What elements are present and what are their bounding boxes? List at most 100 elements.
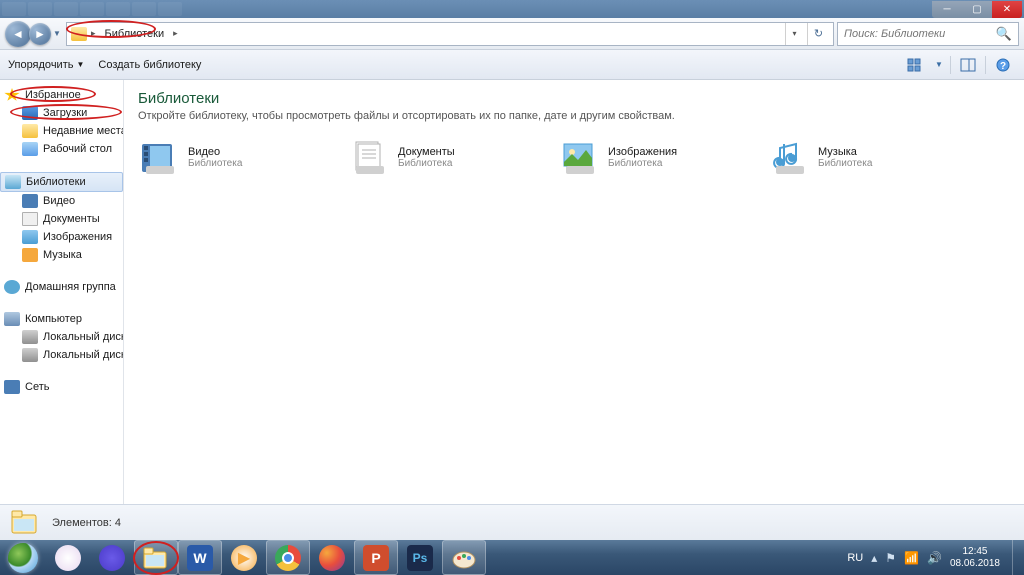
library-item-video[interactable]: Видео Библиотека <box>138 136 328 178</box>
titlebar: ─ ▢ ✕ <box>0 0 1024 18</box>
page-title: Библиотеки <box>138 90 1010 107</box>
address-bar[interactable]: ▸ Библиотеки ▸ ▾ ↻ <box>66 22 834 46</box>
taskbar-wmp[interactable]: ▶ <box>222 540 266 575</box>
new-library-button[interactable]: Создать библиотеку <box>98 59 201 71</box>
homegroup-icon <box>4 280 20 294</box>
desktop-icon <box>22 142 38 156</box>
sidebar-music[interactable]: Музыка <box>0 246 123 264</box>
taskbar-paint[interactable] <box>442 540 486 575</box>
chevron-icon[interactable]: ▸ <box>91 28 96 39</box>
library-item-images[interactable]: Изображения Библиотека <box>558 136 748 178</box>
close-button[interactable]: ✕ <box>992 1 1022 18</box>
page-subtitle: Откройте библиотеку, чтобы просмотреть ф… <box>138 110 1010 122</box>
taskbar-chrome[interactable] <box>266 540 310 575</box>
status-text: Элементов: 4 <box>52 517 121 529</box>
sidebar-documents[interactable]: Документы <box>0 210 123 228</box>
view-button[interactable] <box>902 54 928 76</box>
sidebar-label: Сеть <box>25 381 49 393</box>
folder-icon <box>142 546 170 570</box>
sidebar-libraries-header[interactable]: Библиотеки <box>0 172 123 192</box>
library-name: Документы <box>398 146 455 158</box>
windows-orb-icon <box>8 543 38 573</box>
video-library-icon <box>138 136 180 178</box>
sidebar-label: Недавние места <box>43 125 124 137</box>
titlebar-bg <box>2 2 182 16</box>
window-controls: ─ ▢ ✕ <box>932 1 1022 18</box>
language-indicator[interactable]: RU <box>847 552 863 564</box>
sidebar-disk-c[interactable]: Локальный диск (C: <box>0 328 123 346</box>
sidebar-downloads[interactable]: Загрузки <box>0 104 123 122</box>
sidebar-label: Компьютер <box>25 313 82 325</box>
organize-label: Упорядочить <box>8 59 73 71</box>
disk-icon <box>22 330 38 344</box>
sidebar-network[interactable]: Сеть <box>0 378 123 396</box>
sidebar-recent[interactable]: Недавние места <box>0 122 123 140</box>
computer-icon <box>4 312 20 326</box>
nav-history-dropdown[interactable]: ▼ <box>51 24 63 44</box>
documents-library-icon <box>348 136 390 178</box>
sidebar-label: Загрузки <box>43 107 87 119</box>
sidebar-images[interactable]: Изображения <box>0 228 123 246</box>
nav-buttons: ◄ ► ▼ <box>5 21 63 47</box>
minimize-button[interactable]: ─ <box>932 1 962 18</box>
address-dropdown[interactable]: ▾ <box>785 23 803 45</box>
network-icon[interactable]: 📶 <box>904 551 919 565</box>
clock[interactable]: 12:45 08.06.2018 <box>950 546 1004 570</box>
refresh-button[interactable]: ↻ <box>807 23 829 45</box>
sidebar-computer-header[interactable]: Компьютер <box>0 310 123 328</box>
show-desktop-button[interactable] <box>1012 540 1022 575</box>
recent-icon <box>22 124 38 138</box>
sidebar-favorites-header[interactable]: Избранное <box>0 86 123 104</box>
taskbar-photoshop[interactable]: Ps <box>398 540 442 575</box>
search-box[interactable]: 🔍 <box>837 22 1019 46</box>
tray-up-icon[interactable]: ▴ <box>871 551 877 565</box>
new-library-label: Создать библиотеку <box>98 59 201 71</box>
chevron-icon[interactable]: ▸ <box>173 28 178 39</box>
sidebar-disk-d[interactable]: Локальный диск (D: <box>0 346 123 364</box>
status-bar: Элементов: 4 <box>0 504 1024 540</box>
sidebar-label: Изображения <box>43 231 112 243</box>
breadcrumb-libraries[interactable]: Библиотеки <box>100 26 170 42</box>
sidebar-video[interactable]: Видео <box>0 192 123 210</box>
sidebar-desktop[interactable]: Рабочий стол <box>0 140 123 158</box>
images-icon <box>22 230 38 244</box>
search-icon[interactable]: 🔍 <box>996 26 1012 42</box>
library-grid: Видео Библиотека Документы Библиотека <box>138 136 1010 178</box>
taskbar-cortana[interactable] <box>90 540 134 575</box>
taskbar-powerpoint[interactable]: P <box>354 540 398 575</box>
forward-button[interactable]: ► <box>29 23 51 45</box>
network-icon <box>4 380 20 394</box>
sidebar-homegroup[interactable]: Домашняя группа <box>0 278 123 296</box>
downloads-icon <box>22 106 38 120</box>
start-button[interactable] <box>0 540 46 575</box>
location-icon <box>71 27 87 41</box>
help-button[interactable]: ? <box>990 54 1016 76</box>
paint-icon <box>451 546 477 570</box>
action-center-icon[interactable]: ⚑ <box>885 551 896 565</box>
maximize-button[interactable]: ▢ <box>962 1 992 18</box>
library-type: Библиотека <box>818 158 872 169</box>
taskbar-explorer[interactable] <box>134 540 178 575</box>
star-icon <box>4 88 20 102</box>
taskbar-firefox[interactable] <box>310 540 354 575</box>
library-item-music[interactable]: Музыка Библиотека <box>768 136 958 178</box>
taskbar-yandex[interactable] <box>46 540 90 575</box>
toolbar: Упорядочить ▼ Создать библиотеку ▼ ? <box>0 50 1024 80</box>
taskbar-word[interactable]: W <box>178 540 222 575</box>
images-library-icon <box>558 136 600 178</box>
music-icon <box>22 248 38 262</box>
library-name: Изображения <box>608 146 677 158</box>
sidebar-label: Избранное <box>25 89 81 101</box>
sidebar-label: Локальный диск (D: <box>43 349 124 361</box>
sidebar: Избранное Загрузки Недавние места Рабочи… <box>0 80 124 504</box>
library-item-documents[interactable]: Документы Библиотека <box>348 136 538 178</box>
volume-icon[interactable]: 🔊 <box>927 551 942 565</box>
view-dropdown[interactable]: ▼ <box>932 54 946 76</box>
back-button[interactable]: ◄ <box>5 21 31 47</box>
disk-icon <box>22 348 38 362</box>
search-input[interactable] <box>844 28 996 40</box>
video-icon <box>22 194 38 208</box>
libraries-icon <box>5 175 21 189</box>
preview-pane-button[interactable] <box>955 54 981 76</box>
organize-button[interactable]: Упорядочить ▼ <box>8 59 84 71</box>
